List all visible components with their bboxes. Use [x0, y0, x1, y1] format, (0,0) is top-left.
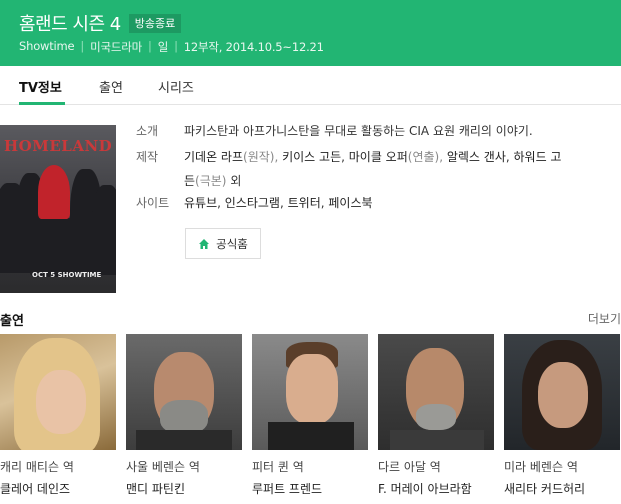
tab-cast[interactable]: 출연 — [99, 77, 123, 96]
meta-separator: | — [148, 39, 152, 53]
meta-genre: 미국드라마 — [90, 40, 143, 54]
cast-photo[interactable] — [504, 334, 620, 450]
cast-photo[interactable] — [0, 334, 116, 450]
credit-text: , — [505, 150, 514, 164]
cast-name[interactable]: 맨디 파틴킨 — [126, 480, 185, 497]
cast-name[interactable]: 루퍼트 프렌드 — [252, 480, 322, 497]
credit-link[interactable]: 알렉스 갠사 — [447, 150, 506, 164]
credit-text: , — [341, 150, 349, 164]
cast-role: 사울 베렌슨 역 — [126, 460, 200, 474]
poster-date: OCT 5 SHOWTIME — [32, 271, 102, 279]
meta-info: Showtime | 미국드라마 | 일 | 12부작, 2014.10.5~1… — [19, 39, 324, 55]
poster-red-figure — [38, 165, 70, 219]
credit-link[interactable]: 키이스 고든 — [282, 150, 341, 164]
site-link-facebook[interactable]: 페이스북 — [328, 196, 372, 210]
meta-separator: | — [80, 39, 85, 53]
cast-role: 다르 아달 역 — [378, 460, 441, 474]
cast-photo[interactable] — [126, 334, 242, 450]
synopsis-label: 소개 — [136, 124, 159, 138]
cast-photo[interactable] — [252, 334, 368, 450]
meta-day: 일 — [157, 40, 169, 54]
credit-link[interactable]: 기데온 라프 — [184, 150, 243, 164]
more-link[interactable]: 더보기 — [588, 310, 621, 327]
cast-card[interactable]: 미라 베렌슨 역 새리타 커드허리 — [504, 334, 620, 496]
cast-card[interactable]: 다르 아달 역 F. 머레이 아브라함 — [378, 334, 494, 496]
page-title[interactable]: 홈랜드 시즌 4 — [19, 10, 121, 36]
cast-heading: 출연 — [0, 314, 24, 329]
status-badge: 방송종료 — [128, 13, 182, 33]
poster-logo: HOMELAND — [4, 137, 113, 155]
poster-figure — [92, 185, 116, 275]
credit-text: 외 — [226, 174, 242, 188]
production-line-2: 든(극본) 외 — [184, 169, 241, 193]
tab-series[interactable]: 시리즈 — [158, 77, 194, 96]
site-label: 사이트 — [136, 196, 170, 210]
credit-link[interactable]: 든 — [184, 174, 195, 188]
cast-role: 피터 퀸 역 — [252, 460, 304, 474]
active-tab-indicator — [19, 102, 65, 105]
cast-name[interactable]: 클레어 데인즈 — [0, 480, 70, 497]
meta-separator: | — [174, 39, 178, 53]
cast-card[interactable]: 캐리 매티슨 역 클레어 데인즈 — [0, 334, 116, 496]
site-links: 유튜브, 인스타그램, 트위터, 페이스북 — [184, 196, 373, 210]
meta-episodes: 12부작, 2014.10.5~12.21 — [183, 40, 324, 54]
home-icon — [199, 238, 210, 249]
production-line-1: 기데온 라프(원작), 키이스 고든, 마이클 오퍼(연출), 알렉스 갠사, … — [184, 145, 561, 169]
credit-text: (극본) — [195, 174, 227, 188]
cast-card[interactable]: 피터 퀸 역 루퍼트 프렌드 — [252, 334, 368, 496]
official-home-label: 공식홈 — [216, 236, 248, 251]
synopsis-text: 파키스탄과 아프가니스탄을 무대로 활동하는 CIA 요원 캐리의 이야기. — [184, 124, 533, 138]
credit-text: (연출), — [407, 150, 447, 164]
production-label: 제작 — [136, 150, 159, 164]
cast-role: 캐리 매티슨 역 — [0, 460, 74, 474]
poster-figure — [30, 215, 80, 277]
cast-role: 미라 베렌슨 역 — [504, 460, 578, 474]
official-home-button[interactable]: 공식홈 — [185, 228, 261, 259]
title-row: 홈랜드 시즌 4 방송종료 — [19, 10, 182, 36]
site-link-instagram[interactable]: 인스타그램 — [225, 196, 280, 210]
credit-link[interactable]: 마이클 오퍼 — [349, 150, 408, 164]
meta-channel[interactable]: Showtime — [19, 39, 75, 55]
tab-bar: TV정보 출연 시리즈 — [0, 66, 621, 105]
credit-link[interactable]: 하워드 고 — [514, 150, 562, 164]
cast-photo[interactable] — [378, 334, 494, 450]
poster-image[interactable]: HOMELAND OCT 5 SHOWTIME — [0, 125, 116, 293]
site-link-twitter[interactable]: 트위터 — [288, 196, 321, 210]
cast-name[interactable]: 새리타 커드허리 — [504, 480, 585, 497]
tab-tv-info[interactable]: TV정보 — [19, 77, 62, 96]
site-link-youtube[interactable]: 유튜브 — [184, 196, 217, 210]
title-header: 홈랜드 시즌 4 방송종료 Showtime | 미국드라마 | 일 | 12부… — [0, 0, 621, 66]
cast-card[interactable]: 사울 베렌슨 역 맨디 파틴킨 — [126, 334, 242, 496]
cast-name[interactable]: F. 머레이 아브라함 — [378, 480, 472, 497]
credit-text: (원작), — [243, 150, 283, 164]
